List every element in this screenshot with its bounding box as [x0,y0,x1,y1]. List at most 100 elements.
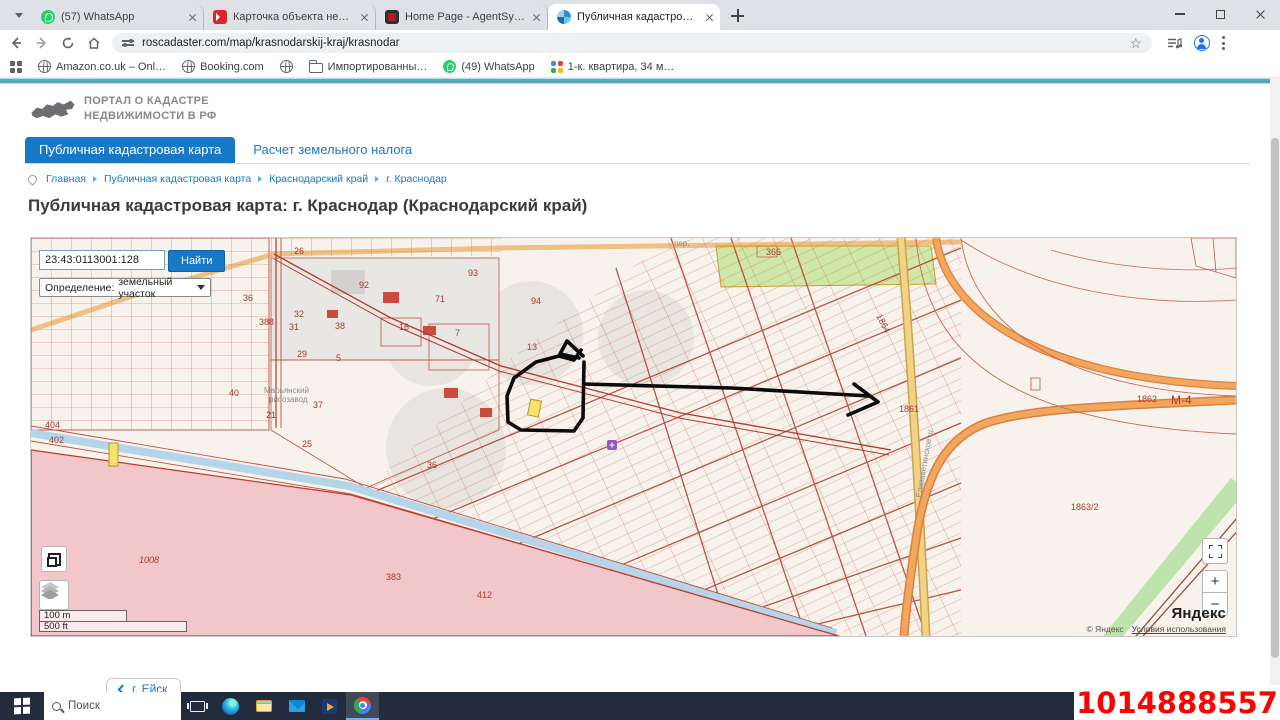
map-parcel-label: Марьянский [264,386,309,395]
address-bar[interactable]: roscadaster.com/map/krasnodarskij-kraj/k… [112,33,1152,53]
movies-button[interactable] [313,692,346,720]
movies-icon [322,699,337,714]
nav-tab-land-tax[interactable]: Расчет земельного налога [249,137,416,163]
tab-search-button[interactable] [8,4,30,26]
tab-agentsystem[interactable]: Home Page - AgentSystem [376,4,548,30]
map-parcel-label: М-4 [1171,393,1192,407]
close-icon[interactable] [531,12,541,22]
map-parcel-label: 26 [294,246,304,256]
map-parcel-label: 36 [243,293,253,303]
reload-button[interactable] [60,35,76,51]
chevron-down-icon [15,13,23,18]
map-attribution: © Яндекс Условия использования [1086,624,1226,634]
globe-icon [38,60,51,73]
site-logo[interactable]: ПОРТАЛ О КАДАСТРЕ НЕДВИЖИМОСТИ В РФ [30,94,217,124]
maximize-button[interactable] [1200,0,1240,28]
close-icon[interactable] [704,12,714,22]
close-icon[interactable] [359,12,369,22]
media-controls-icon[interactable] [1166,35,1182,51]
map-parcel-label: 5 [336,353,341,363]
chrome-button[interactable] [346,692,379,720]
terms-link[interactable]: Условия использования [1132,624,1226,634]
tab-title: Карточка объекта недвижим… [233,11,353,23]
apps-grid-icon[interactable] [10,61,22,73]
crumb-map[interactable]: Публичная кадастровая карта [104,173,251,185]
map-parcel-label: 32 [294,309,304,319]
bookmark-imported-folder[interactable]: Импортированны… [309,61,428,73]
fullscreen-button[interactable] [1202,538,1228,564]
edge-button[interactable] [214,692,247,720]
tab-cadastral-map[interactable]: Публичная кадастровая карта [548,4,720,30]
copyright-text: © Яндекс [1086,624,1123,634]
map-parcel-label: рисозавод [269,395,308,404]
new-tab-button[interactable] [726,4,750,28]
bookmark-site[interactable] [280,60,293,73]
windows-logo-icon [14,698,30,714]
crumb-region[interactable]: Краснодарский край [269,173,368,185]
task-view-button[interactable] [181,692,214,720]
map-parcel-label: 38 [335,321,345,331]
breadcrumb-arrow-icon [258,176,262,182]
breadcrumb-arrow-icon [375,176,379,182]
home-button[interactable] [86,35,102,51]
scrollbar-thumb[interactable] [1271,138,1279,658]
bookmark-label: (49) WhatsApp [461,61,534,73]
object-type-select[interactable]: Определение: земельный участок [39,278,211,297]
bookmark-amazon[interactable]: Amazon.co.uk – Onl… [38,60,166,73]
mail-button[interactable] [280,692,313,720]
crumb-home[interactable]: Главная [46,173,86,185]
breadcrumb-arrow-icon [93,176,97,182]
map-scale: 100 m 500 ft [39,610,187,632]
back-city-link[interactable]: г. Ейск [106,678,181,692]
select-value: земельный участок [118,276,193,300]
cadastral-map[interactable]: 92937194167133632388313829526пер.366Марь… [31,238,1236,636]
bookmark-apartment[interactable]: 1-к. квартира, 34 м… [551,61,675,73]
layers-button[interactable] [39,580,69,610]
window-controls [1160,0,1280,28]
crumb-city[interactable]: г. Краснодар [386,173,447,185]
fullscreen-icon [1209,545,1222,558]
tab-whatsapp[interactable]: (57) WhatsApp [32,4,204,30]
task-view-icon [190,701,205,712]
bookmark-whatsapp[interactable]: (49) WhatsApp [443,60,534,73]
site-settings-icon[interactable] [122,40,134,45]
bookmark-star-icon[interactable]: ☆ [1129,36,1142,50]
bookmark-label: Импортированны… [328,61,428,73]
map-parcel-label: 37 [313,400,323,410]
map-parcel-label: 7 [455,328,460,338]
forward-button[interactable] [34,35,50,51]
map-parcel-label: 404 [45,420,60,430]
map-parcel-label: 25 [302,439,312,449]
zoom-in-button[interactable]: + [1202,570,1228,593]
whatsapp-icon [41,10,55,24]
russia-map-icon [30,94,76,124]
start-button[interactable] [0,692,44,720]
minimize-button[interactable] [1160,0,1200,28]
watermark-number: 1014888557 [1074,685,1280,720]
taskbar-search[interactable]: Поиск [44,692,181,720]
map-parcel-label: 366 [766,247,781,257]
nav-tab-public-map[interactable]: Публичная кадастровая карта [25,137,235,163]
yandex-logo[interactable]: Яндекс [1171,605,1226,622]
profile-avatar[interactable] [1194,35,1210,51]
back-button[interactable] [8,35,24,51]
tab-title: (57) WhatsApp [61,11,181,23]
minimap-toggle-button[interactable] [41,546,67,572]
cadastral-number-input[interactable] [39,250,165,270]
browser-tabstrip: (57) WhatsApp Карточка объекта недвижим…… [0,0,1280,30]
page-content: ПОРТАЛ О КАДАСТРЕ НЕДВИЖИМОСТИ В РФ Публ… [0,78,1280,692]
file-explorer-button[interactable] [247,692,280,720]
find-button[interactable]: Найти [168,250,225,272]
tab-kartochka[interactable]: Карточка объекта недвижим… [204,4,376,30]
map-parcel-label: 388 [259,317,274,327]
map-parcel-label: 36 [427,460,437,470]
bookmark-booking[interactable]: Booking.com [182,60,264,73]
file-explorer-icon [256,700,272,712]
browser-menu-icon[interactable] [1222,36,1225,50]
close-icon[interactable] [187,12,197,22]
close-window-button[interactable] [1240,0,1280,28]
chevron-down-icon [197,285,205,290]
scale-metric: 100 m [39,610,127,621]
map-parcel-label: 94 [531,296,541,306]
map-parcel-label: 1862 [1137,394,1157,404]
